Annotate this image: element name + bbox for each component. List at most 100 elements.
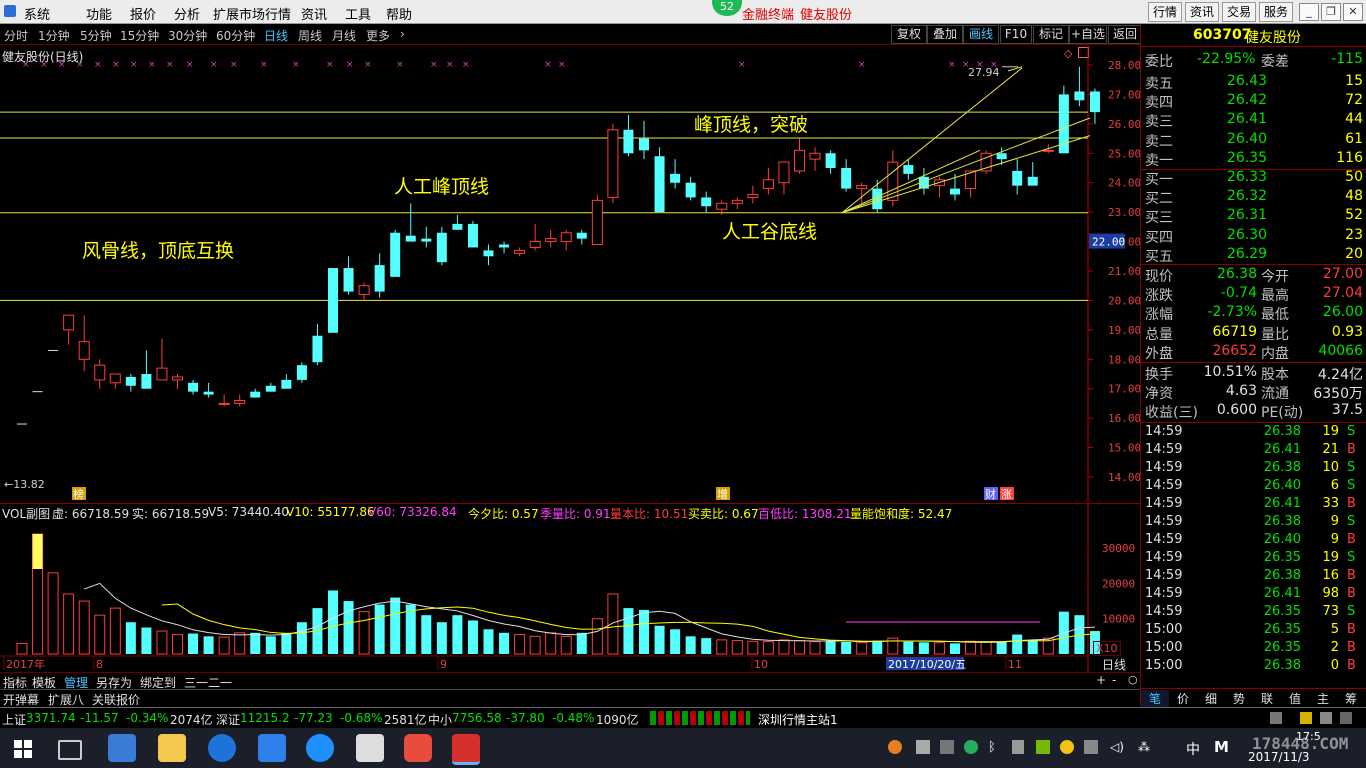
status-icon-1[interactable]: [1270, 712, 1282, 724]
tool-button-1[interactable]: 叠加: [927, 25, 963, 44]
quote-panel-tab-4[interactable]: 联: [1253, 690, 1281, 707]
event-marker-label-3[interactable]: 涨: [1001, 488, 1012, 501]
index-label-1[interactable]: 深证: [216, 711, 240, 728]
clock-time[interactable]: 17:5: [1296, 730, 1321, 743]
zoom-out-icon[interactable]: -: [1112, 673, 1116, 687]
trend-diagonal-line[interactable]: [841, 135, 1091, 214]
task-view-icon[interactable]: [58, 740, 82, 760]
store-icon[interactable]: [108, 734, 136, 762]
menu-item-2[interactable]: 报价: [130, 4, 156, 23]
tray-icon-3[interactable]: [940, 740, 954, 754]
reset-icon[interactable]: ○: [1128, 673, 1138, 686]
index-amount-1[interactable]: 2581亿: [384, 711, 427, 728]
tool-button-3[interactable]: F10: [1000, 25, 1032, 44]
quote-panel-tab-3[interactable]: 势: [1225, 690, 1253, 707]
quote-panel-tab-1[interactable]: 价: [1169, 690, 1197, 707]
menu-item-1[interactable]: 功能: [86, 4, 112, 23]
bid-row-3[interactable]: 买四 26.30 23: [1145, 227, 1363, 246]
bid-row-2[interactable]: 买三 26.31 52: [1145, 207, 1363, 226]
tool-button-2[interactable]: 画线: [963, 25, 999, 44]
tray-icon-4[interactable]: [964, 740, 978, 754]
period-5[interactable]: 60分钟: [216, 27, 255, 44]
ime-mode-icon[interactable]: M: [1214, 738, 1229, 756]
period-8[interactable]: 月线: [332, 27, 356, 44]
index-pct-0[interactable]: -0.34%: [126, 711, 168, 725]
close-icon[interactable]: ✕: [1343, 3, 1363, 21]
index-value-0[interactable]: 3371.74: [26, 711, 76, 725]
tool-button-4[interactable]: 标记: [1033, 25, 1069, 44]
menu-item-5[interactable]: 资讯: [301, 4, 327, 23]
file-explorer-icon[interactable]: [158, 734, 186, 762]
status-icon-4[interactable]: [1340, 712, 1352, 724]
ask-row-1[interactable]: 卖四 26.42 72: [1145, 92, 1363, 111]
menu-item-0[interactable]: 系统: [24, 4, 50, 23]
bottom-tab-1[interactable]: 扩展八: [48, 691, 84, 708]
clock-date[interactable]: 2017/11/3: [1248, 750, 1310, 764]
ask-row-3[interactable]: 卖二 26.40 61: [1145, 131, 1363, 150]
bid-row-1[interactable]: 买二 26.32 48: [1145, 188, 1363, 207]
ime-indicator[interactable]: 中: [1186, 739, 1200, 759]
period-7[interactable]: 周线: [298, 27, 322, 44]
tray-icon-2[interactable]: [916, 740, 930, 754]
bid-row-4[interactable]: 买五 26.29 20: [1145, 246, 1363, 265]
index-change-1[interactable]: -77.23: [294, 711, 333, 725]
period-1[interactable]: 1分钟: [38, 27, 70, 44]
menu-item-6[interactable]: 工具: [345, 4, 371, 23]
browser-icon[interactable]: [306, 734, 334, 762]
restore-icon[interactable]: ❐: [1321, 3, 1341, 21]
event-marker-label-2[interactable]: 财: [985, 487, 996, 501]
tool-button-5[interactable]: +自选: [1069, 25, 1107, 44]
index-change-2[interactable]: -37.80: [506, 711, 545, 725]
trend-diagonal-line[interactable]: [841, 67, 1023, 214]
zoom-in-icon[interactable]: +: [1096, 673, 1106, 687]
period-2[interactable]: 5分钟: [80, 27, 112, 44]
bottom-tab-2[interactable]: 关联报价: [92, 691, 140, 708]
trade-button[interactable]: 交易: [1222, 2, 1256, 22]
service-button[interactable]: 服务: [1259, 2, 1293, 22]
index-label-0[interactable]: 上证: [2, 711, 26, 728]
tray-icon-1[interactable]: [888, 740, 902, 754]
app-icon-red[interactable]: [404, 734, 432, 762]
ask-row-2[interactable]: 卖三 26.41 44: [1145, 111, 1363, 130]
bid-row-0[interactable]: 买一 26.33 50: [1145, 169, 1363, 188]
tool-button-6[interactable]: 返回: [1108, 25, 1142, 44]
index-value-2[interactable]: 7756.58: [452, 711, 502, 725]
menu-item-3[interactable]: 分析: [174, 4, 200, 23]
ask-row-0[interactable]: 卖五 26.43 15: [1145, 73, 1363, 92]
quote-button[interactable]: 行情: [1148, 2, 1182, 22]
index-value-1[interactable]: 11215.2: [240, 711, 290, 725]
trading-app-icon[interactable]: [452, 734, 480, 765]
event-marker-label-0[interactable]: 榜: [73, 487, 84, 501]
period-6[interactable]: 日线: [264, 27, 288, 44]
bluetooth-icon[interactable]: ᛒ: [988, 740, 996, 755]
tray-icon-9[interactable]: [1084, 740, 1098, 754]
news-button[interactable]: 资讯: [1185, 2, 1219, 22]
mail-icon[interactable]: [258, 734, 286, 762]
index-label-2[interactable]: 中小: [428, 711, 452, 728]
tool-button-0[interactable]: 复权: [891, 25, 927, 44]
ask-row-4[interactable]: 卖一 26.35 116: [1145, 150, 1363, 169]
volume-panel[interactable]: VOL副图 虚: 66718.59 实: 66718.59 V5: 73440.40…: [0, 503, 1140, 673]
quote-panel-tab-6[interactable]: 主: [1309, 690, 1337, 707]
quote-panel-tab-2[interactable]: 细: [1197, 690, 1225, 707]
quote-panel-tab-0[interactable]: 笔: [1141, 690, 1169, 707]
network-icon[interactable]: ⁂: [1138, 740, 1150, 754]
event-marker-label-1[interactable]: 增: [717, 487, 728, 501]
index-pct-2[interactable]: -0.48%: [552, 711, 594, 725]
start-icon[interactable]: [14, 740, 32, 758]
index-change-0[interactable]: -11.57: [80, 711, 119, 725]
more-chevron-icon[interactable]: ›: [400, 27, 405, 41]
edge-icon[interactable]: [208, 734, 236, 762]
menu-center-stock[interactable]: 健友股份: [800, 4, 852, 23]
calculator-icon[interactable]: [356, 734, 384, 762]
menu-item-4[interactable]: 扩展市场行情: [213, 4, 291, 23]
menu-center-terminal[interactable]: 金融终端: [742, 4, 794, 23]
minimize-icon[interactable]: _: [1299, 3, 1319, 21]
notification-badge[interactable]: 52: [712, 0, 742, 16]
price-chart-panel[interactable]: 健友股份(日线) ◇ 28.00 27.00 26.00 25.00 24.00 23.0…: [0, 45, 1140, 503]
chart-annotation-1[interactable]: 峰顶线，突破: [694, 114, 808, 136]
trend-diagonal-line[interactable]: [841, 149, 981, 214]
tray-icon-8[interactable]: [1060, 740, 1074, 754]
index-amount-2[interactable]: 1090亿: [596, 711, 639, 728]
trend-diagonal-line[interactable]: [841, 117, 1091, 214]
